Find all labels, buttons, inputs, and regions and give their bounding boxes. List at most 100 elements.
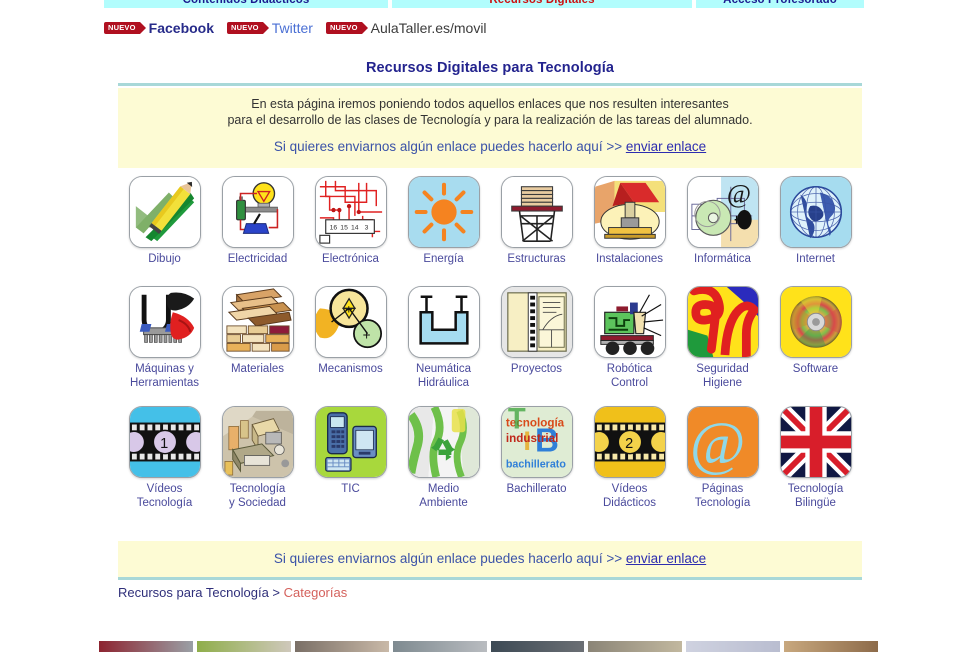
internet-globe-icon[interactable] [779, 176, 852, 248]
category-label: Energía [423, 253, 464, 265]
category-item-videos-tecnologia[interactable]: 1 Vídeos Tecnología [118, 406, 211, 526]
drawing-icon[interactable] [128, 176, 201, 248]
thumbnail-item[interactable] [392, 641, 487, 652]
category-label: TIC [341, 483, 360, 495]
materials-icon[interactable] [221, 286, 294, 358]
thumbnail-item[interactable] [490, 641, 585, 652]
videos-film1-icon[interactable]: 1 [128, 406, 201, 478]
category-label: Tecnología Bilingüe [787, 483, 844, 509]
category-label: Materiales [230, 363, 285, 375]
projects-icon[interactable] [500, 286, 573, 358]
category-item-materiales[interactable]: Materiales [211, 286, 304, 406]
tools-icon[interactable] [128, 286, 201, 358]
category-item-instalaciones[interactable]: Instalaciones [583, 176, 676, 286]
thumbnail-item[interactable] [588, 641, 683, 652]
nuevo-badge-icon: NUEVO [325, 22, 368, 34]
promo-item-facebook[interactable]: NUEVO Facebook [104, 20, 214, 36]
category-label: Vídeos Didácticos [602, 483, 657, 509]
category-item-internet[interactable]: Internet [769, 176, 862, 286]
send-link-bottom[interactable]: enviar enlace [626, 551, 706, 566]
send-link-top[interactable]: enviar enlace [626, 139, 706, 154]
nav-item-recursos-digitales[interactable]: Recursos Digitales [392, 0, 692, 8]
category-item-tic[interactable]: TIC [304, 406, 397, 526]
category-item-medio-ambiente[interactable]: Medio Ambiente [397, 406, 490, 526]
thumbnail-item[interactable] [686, 641, 781, 652]
category-item-informatica[interactable]: @ Informática [676, 176, 769, 286]
category-item-videos-didacticos[interactable]: 2 Vídeos Didácticos [583, 406, 676, 526]
send-link-row-top: Si quieres enviarnos algún enlace puedes… [118, 139, 862, 154]
installations-icon[interactable] [593, 176, 666, 248]
videos-film2-icon[interactable]: 2 [593, 406, 666, 478]
category-item-proyectos[interactable]: Proyectos [490, 286, 583, 406]
category-label: Seguridad Higiene [696, 363, 749, 389]
nav-item-acceso-profesorado[interactable]: Acceso Profesorado [696, 0, 864, 8]
category-item-maquinas-herramientas[interactable]: Máquinas y Herramientas [118, 286, 211, 406]
category-item-mecanismos[interactable]: + + Mecanismos [304, 286, 397, 406]
bottom-thumbnail-strip [99, 641, 878, 652]
divider-bottom [118, 577, 862, 580]
category-item-bachillerato[interactable]: tecnología B T I industrial bachillerato… [490, 406, 583, 526]
at-pages-icon[interactable]: @ [686, 406, 759, 478]
category-item-software[interactable]: Software [769, 286, 862, 406]
intro-text: En esta página iremos poniendo todos aqu… [118, 88, 862, 128]
category-item-seguridad-higiene[interactable]: Seguridad Higiene [676, 286, 769, 406]
thumbnail-item[interactable] [784, 641, 878, 652]
category-item-electricidad[interactable]: Electricidad [211, 176, 304, 286]
svg-text:industrial: industrial [505, 432, 557, 445]
structures-icon[interactable] [500, 176, 573, 248]
promo-link-facebook-label[interactable]: Facebook [149, 20, 214, 36]
footer-send-panel: Si quieres enviarnos algún enlace puedes… [118, 541, 862, 577]
promo-item-aulataller-movil[interactable]: NUEVO AulaTaller.es/movil [325, 20, 487, 36]
svg-text:@: @ [689, 410, 745, 477]
divider-top [118, 83, 862, 86]
energy-sun-icon[interactable] [407, 176, 480, 248]
category-label: Instalaciones [595, 253, 664, 265]
svg-text:3: 3 [364, 225, 368, 232]
category-item-electronica[interactable]: 16 15 14 3 Electrónica [304, 176, 397, 286]
promo-link-aulataller-movil-label[interactable]: AulaTaller.es/movil [371, 20, 487, 36]
bachillerato-icon[interactable]: tecnología B T I industrial bachillerato [500, 406, 573, 478]
uk-flag-icon[interactable] [779, 406, 852, 478]
environment-icon[interactable] [407, 406, 480, 478]
category-label: Mecanismos [318, 363, 383, 375]
category-label: Páginas Tecnología [694, 483, 751, 509]
category-item-robotica-control[interactable]: Robótica Control [583, 286, 676, 406]
category-item-tecnologia-sociedad[interactable]: Tecnología y Sociedad [211, 406, 304, 526]
svg-text:@: @ [726, 179, 750, 208]
tic-icon[interactable] [314, 406, 387, 478]
breadcrumb-root[interactable]: Recursos para Tecnología [118, 585, 269, 600]
category-item-tecnologia-bilingue[interactable]: Tecnología Bilingüe [769, 406, 862, 526]
category-label: Medio Ambiente [419, 483, 468, 509]
category-item-neumatica-hidraulica[interactable]: Neumática Hidráulica [397, 286, 490, 406]
send-prompt-text: Si quieres enviarnos algún enlace puedes… [273, 551, 626, 566]
intro-panel: En esta página iremos poniendo todos aqu… [118, 88, 862, 168]
software-cd-icon[interactable] [779, 286, 852, 358]
category-label: Vídeos Tecnología [136, 483, 193, 509]
breadcrumb-current: Categorías [283, 585, 348, 600]
category-label: Electrónica [322, 253, 379, 265]
promo-link-twitter-label[interactable]: Twitter [272, 20, 313, 36]
pneumatics-icon[interactable] [407, 286, 480, 358]
category-item-estructuras[interactable]: Estructuras [490, 176, 583, 286]
thumbnail-item[interactable] [196, 641, 291, 652]
category-label: Tecnología y Sociedad [229, 483, 286, 509]
category-label: Bachillerato [506, 483, 567, 495]
nav-item-contenidos-didacticos[interactable]: Contenidos Didácticos [104, 0, 388, 8]
category-item-paginas-tecnologia[interactable]: @ Páginas Tecnología [676, 406, 769, 526]
promo-item-twitter[interactable]: NUEVO Twitter [227, 20, 313, 36]
electronics-icon[interactable]: 16 15 14 3 [314, 176, 387, 248]
category-label: Informática [694, 253, 751, 265]
society-icon[interactable] [221, 406, 294, 478]
computing-icon[interactable]: @ [686, 176, 759, 248]
thumbnail-item[interactable] [294, 641, 389, 652]
mechanisms-icon[interactable]: + + [314, 286, 387, 358]
category-label: Neumática Hidráulica [416, 363, 471, 389]
robotics-icon[interactable] [593, 286, 666, 358]
category-item-energia[interactable]: Energía [397, 176, 490, 286]
thumbnail-item[interactable] [99, 641, 193, 652]
intro-line-2: para el desarrollo de las clases de Tecn… [227, 113, 753, 127]
electricity-icon[interactable] [221, 176, 294, 248]
safety-icon[interactable] [686, 286, 759, 358]
page-title: Recursos Digitales para Tecnología [365, 60, 615, 76]
category-item-dibujo[interactable]: Dibujo [118, 176, 211, 286]
